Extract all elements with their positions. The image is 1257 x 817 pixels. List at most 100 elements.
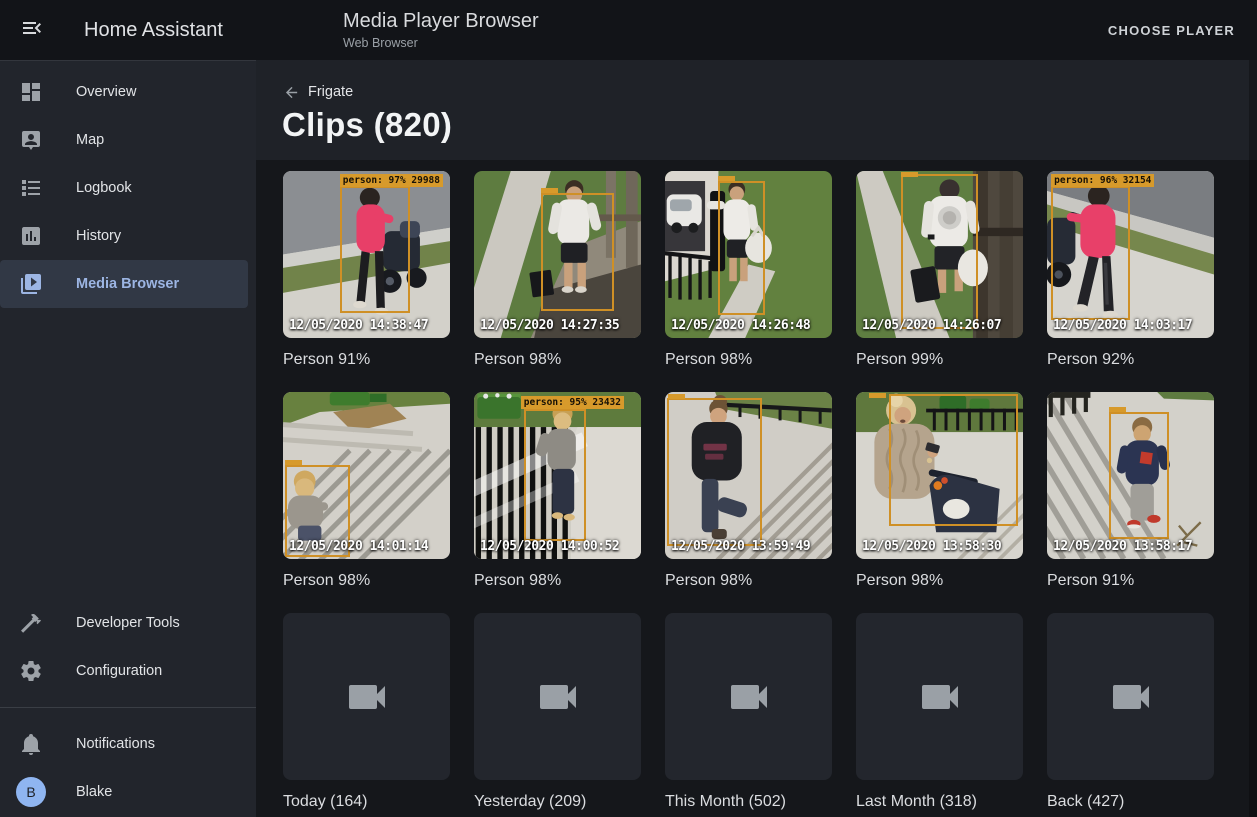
clip-caption: Person 99% [856, 351, 1023, 368]
clip-timestamp: 12/05/2020 14:38:47 [289, 318, 428, 333]
clip-thumbnail: person: 96% 32154 12/05/2020 14:03:17 [1047, 171, 1214, 338]
sidebar-item-label: Overview [76, 84, 136, 100]
detection-label: person: 97% 29988 [340, 174, 443, 187]
detection-bbox [901, 174, 978, 329]
clip-card[interactable]: person: 96% 32154 12/05/2020 14:03:17 Pe… [1047, 171, 1214, 368]
account-box-icon [19, 128, 43, 152]
detection-label [869, 393, 886, 398]
detection-bbox [718, 181, 765, 315]
folder-card-this-month[interactable]: This Month (502) [665, 613, 832, 810]
video-icon [534, 673, 582, 721]
clip-thumbnail: 12/05/2020 14:26:07 [856, 171, 1023, 338]
app-title: Home Assistant [84, 0, 223, 60]
folder-tile [474, 613, 641, 780]
folder-card-yesterday[interactable]: Yesterday (209) [474, 613, 641, 810]
detection-label [1109, 407, 1126, 412]
clip-thumbnail: 12/05/2020 14:01:14 [283, 392, 450, 559]
media-browser-header: Frigate Clips (820) [256, 60, 1257, 160]
video-icon [916, 673, 964, 721]
clip-card[interactable]: 12/05/2020 14:01:14 Person 98% [283, 392, 450, 589]
clip-thumbnail: person: 95% 23432 12/05/2020 14:00:52 [474, 392, 641, 559]
clip-card[interactable]: person: 97% 29988 12/05/2020 14:38:47 Pe… [283, 171, 450, 368]
folder-label: Yesterday (209) [474, 793, 641, 810]
clip-thumbnail: person: 97% 29988 12/05/2020 14:38:47 [283, 171, 450, 338]
page-header-title: Media Player Browser [343, 9, 539, 33]
clip-timestamp: 12/05/2020 13:58:30 [862, 539, 1001, 554]
folder-tile [283, 613, 450, 780]
detection-bbox [1109, 412, 1169, 539]
clip-timestamp: 12/05/2020 14:26:07 [862, 318, 1001, 333]
clip-card[interactable]: 12/05/2020 14:26:07 Person 99% [856, 171, 1023, 368]
clip-thumbnail: 12/05/2020 13:58:30 [856, 392, 1023, 559]
detection-bbox [340, 186, 410, 313]
format-list-bulleted-icon [19, 176, 43, 200]
page-header-subtitle: Web Browser [343, 36, 539, 50]
sidebar-item-notifications[interactable]: Notifications [0, 720, 248, 768]
folder-label: Back (427) [1047, 793, 1214, 810]
clip-card[interactable]: 12/05/2020 14:27:35 Person 98% [474, 171, 641, 368]
sidebar-item-label: Logbook [76, 180, 132, 196]
clip-timestamp: 12/05/2020 13:59:49 [671, 539, 810, 554]
clip-timestamp: 12/05/2020 14:01:14 [289, 539, 428, 554]
cog-icon [19, 659, 43, 683]
folder-tile [1047, 613, 1214, 780]
clip-card[interactable]: person: 95% 23432 12/05/2020 14:00:52 Pe… [474, 392, 641, 589]
clip-timestamp: 12/05/2020 14:26:48 [671, 318, 810, 333]
clip-caption: Person 98% [283, 572, 450, 589]
clip-card[interactable]: 12/05/2020 13:59:49 Person 98% [665, 392, 832, 589]
folder-card-back[interactable]: Back (427) [1047, 613, 1214, 810]
sidebar-item-logbook[interactable]: Logbook [0, 164, 248, 212]
detection-label [541, 188, 558, 193]
breadcrumb-back[interactable]: Frigate [283, 76, 353, 108]
video-icon [1107, 673, 1155, 721]
clip-timestamp: 12/05/2020 14:03:17 [1053, 318, 1192, 333]
avatar: B [16, 777, 46, 807]
scrollbar[interactable] [1249, 60, 1257, 817]
menu-open-button[interactable] [8, 6, 56, 54]
clip-card[interactable]: 12/05/2020 14:26:48 Person 98% [665, 171, 832, 368]
folder-label: This Month (502) [665, 793, 832, 810]
sidebar-item-label: Map [76, 132, 104, 148]
play-box-multiple-icon [19, 272, 43, 296]
detection-label [285, 460, 302, 465]
detection-bbox [1051, 186, 1129, 320]
media-grid: person: 97% 29988 12/05/2020 14:38:47 Pe… [256, 160, 1257, 817]
detection-label [901, 172, 918, 177]
clip-card[interactable]: 12/05/2020 13:58:17 Person 91% [1047, 392, 1214, 589]
detection-bbox [667, 398, 762, 547]
sidebar-item-developer-tools[interactable]: Developer Tools [0, 599, 248, 647]
clip-caption: Person 98% [856, 572, 1023, 589]
clip-caption: Person 98% [474, 351, 641, 368]
clip-thumbnail: 12/05/2020 14:27:35 [474, 171, 641, 338]
detection-bbox [541, 193, 614, 312]
video-icon [343, 673, 391, 721]
clip-thumbnail: 12/05/2020 13:58:17 [1047, 392, 1214, 559]
clip-timestamp: 12/05/2020 13:58:17 [1053, 539, 1192, 554]
user-name: Blake [76, 784, 112, 800]
clip-caption: Person 91% [1047, 572, 1214, 589]
sidebar-item-map[interactable]: Map [0, 116, 248, 164]
folder-tile [665, 613, 832, 780]
hammer-icon [19, 611, 43, 635]
folder-label: Today (164) [283, 793, 450, 810]
sidebar-item-media-browser[interactable]: Media Browser [0, 260, 248, 308]
sidebar-item-overview[interactable]: Overview [0, 68, 248, 116]
clip-caption: Person 92% [1047, 351, 1214, 368]
clip-card[interactable]: 12/05/2020 13:58:30 Person 98% [856, 392, 1023, 589]
arrow-left-icon [283, 84, 300, 101]
menu-open-icon [20, 16, 44, 45]
detection-label: person: 95% 23432 [521, 396, 624, 409]
detection-bbox [524, 409, 586, 541]
chart-box-icon [19, 224, 43, 248]
folder-card-today[interactable]: Today (164) [283, 613, 450, 810]
choose-player-button[interactable]: CHOOSE PLAYER [1100, 0, 1243, 60]
sidebar-item-label: History [76, 228, 121, 244]
sidebar-item-history[interactable]: History [0, 212, 248, 260]
clip-caption: Person 98% [665, 572, 832, 589]
folder-card-last-month[interactable]: Last Month (318) [856, 613, 1023, 810]
view-dashboard-icon [19, 80, 43, 104]
sidebar-item-label: Media Browser [76, 276, 179, 292]
app-bar: Home Assistant Media Player Browser Web … [0, 0, 1257, 60]
sidebar-item-configuration[interactable]: Configuration [0, 647, 248, 695]
sidebar-item-user[interactable]: B Blake [0, 768, 248, 816]
